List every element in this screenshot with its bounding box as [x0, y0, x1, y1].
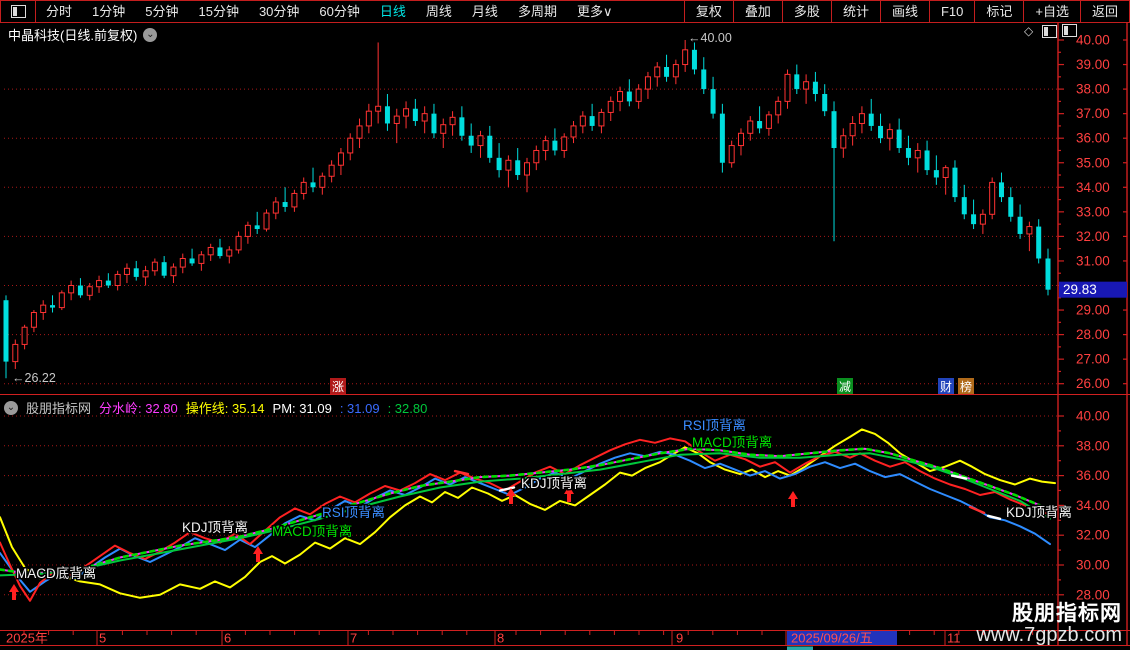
svg-text:38.00: 38.00	[1076, 82, 1110, 97]
chart-canvas[interactable]: ←40.00←26.22涨减财榜MACD底背离KDJ顶背离 MACD顶背离RSI顶…	[0, 0, 1130, 650]
svg-text:2025/09/26/五: 2025/09/26/五	[791, 631, 873, 646]
svg-text:28.00: 28.00	[1076, 327, 1110, 342]
svg-text:MACD底背离: MACD底背离	[16, 565, 96, 581]
svg-text:涨: 涨	[332, 379, 344, 394]
indicator-panel: MACD底背离KDJ顶背离 MACD顶背离RSI顶背离KDJ顶背离RSI顶背离MA…	[0, 415, 1074, 602]
indicator-source-label: 股朋指标网	[26, 401, 92, 416]
svg-text:38.00: 38.00	[1076, 438, 1110, 453]
svg-text:34.00: 34.00	[1076, 180, 1110, 195]
svg-text:←26.22: ←26.22	[12, 371, 56, 385]
site-watermark: 股朋指标网 www.7gpzb.com	[976, 601, 1122, 646]
svg-text:MACD顶背离: MACD顶背离	[272, 523, 352, 539]
chart-title-row[interactable]: 中晶科技(日线.前复权) ⌄	[8, 25, 158, 44]
panel-toggle-icon[interactable]	[1062, 24, 1077, 37]
svg-text:7: 7	[350, 631, 357, 646]
page-title: 中晶科技(日线.前复权)	[8, 28, 138, 43]
watermark-name: 股朋指标网	[1012, 601, 1122, 625]
indicator-line-红线	[0, 437, 1056, 602]
indicator-value-4: : 31.09	[339, 401, 380, 416]
svg-text:9: 9	[676, 631, 683, 646]
svg-text:8: 8	[497, 631, 504, 646]
indicator-value-1: 分水岭: 32.80	[99, 401, 178, 416]
svg-text:6: 6	[224, 631, 231, 646]
watermark-url: www.7gpzb.com	[976, 624, 1122, 646]
indicator-header: ⌄ 股朋指标网 分水岭: 32.80 操作线: 35.14 PM: 31.09 : 3…	[4, 398, 435, 417]
chevron-down-icon[interactable]: ⌄	[143, 27, 158, 42]
svg-text:2025年: 2025年	[6, 631, 48, 646]
svg-text:28.00: 28.00	[1076, 587, 1110, 602]
date-axis: 2025/09/26/五 2025年 5 6 7 8 9 11	[0, 630, 1130, 650]
svg-text:40.00: 40.00	[1076, 409, 1110, 424]
svg-text:32.00: 32.00	[1076, 528, 1110, 543]
chart-corner-icons: ◇	[1024, 24, 1058, 38]
svg-text:40.00: 40.00	[1076, 33, 1110, 48]
main-candle-chart: ←40.00 ←26.22 涨 减 财榜	[3, 31, 1058, 394]
svg-text:KDJ顶背离: KDJ顶背离	[521, 475, 587, 491]
indicator-line-趋势线	[0, 452, 1051, 577]
indicator-values: 分水岭: 32.80 操作线: 35.14 PM: 31.09 : 31.09 : 32…	[99, 398, 435, 417]
diamond-icon[interactable]: ◇	[1024, 24, 1033, 38]
split-view-icon[interactable]	[1042, 24, 1058, 38]
svg-text:←40.00: ←40.00	[688, 31, 732, 45]
svg-text:KDJ顶背离: KDJ顶背离	[182, 519, 248, 535]
indicator-line-蓝线	[0, 450, 1051, 593]
svg-text:5: 5	[99, 631, 106, 646]
svg-text:35.00: 35.00	[1076, 155, 1110, 170]
svg-text:RSI顶背离: RSI顶背离	[683, 417, 746, 433]
svg-text:减: 减	[839, 380, 851, 394]
svg-text:34.00: 34.00	[1076, 498, 1110, 513]
svg-text:KDJ顶背离: KDJ顶背离	[1006, 504, 1072, 520]
svg-text:37.00: 37.00	[1076, 106, 1110, 121]
indicator-line-分水岭	[0, 447, 1056, 575]
trading-app-window: 分时 1分钟 5分钟 15分钟 30分钟 60分钟 日线 周线 月线 多周期 更多∨ 复权 叠加 多股统…	[0, 0, 1130, 650]
svg-text:财: 财	[940, 380, 952, 394]
indicator-value-3: PM: 31.09	[272, 401, 332, 416]
svg-text:11: 11	[947, 631, 961, 646]
candlestick-series	[3, 40, 1051, 379]
svg-text:39.00: 39.00	[1076, 57, 1110, 72]
svg-text:36.00: 36.00	[1076, 468, 1110, 483]
indicator-value-5: : 32.80	[387, 401, 428, 416]
svg-text:RSI顶背离: RSI顶背离	[322, 504, 385, 520]
svg-text:榜: 榜	[960, 379, 972, 394]
svg-text:MACD顶背离: MACD顶背离	[692, 434, 772, 450]
price-axis: 40.00 39.00 38.00 37.00 36.00 35.00 34.00 33.00…	[1057, 22, 1128, 645]
svg-text:32.00: 32.00	[1076, 229, 1110, 244]
svg-text:29.83: 29.83	[1063, 282, 1097, 297]
svg-text:36.00: 36.00	[1076, 131, 1110, 146]
svg-text:27.00: 27.00	[1076, 352, 1110, 367]
svg-text:33.00: 33.00	[1076, 204, 1110, 219]
indicator-value-2: 操作线: 35.14	[185, 401, 265, 416]
svg-text:29.00: 29.00	[1076, 303, 1110, 318]
svg-text:31.00: 31.00	[1076, 253, 1110, 268]
svg-text:30.00: 30.00	[1076, 558, 1110, 573]
svg-text:26.00: 26.00	[1076, 376, 1110, 391]
collapse-indicator-icon[interactable]: ⌄	[4, 400, 18, 415]
